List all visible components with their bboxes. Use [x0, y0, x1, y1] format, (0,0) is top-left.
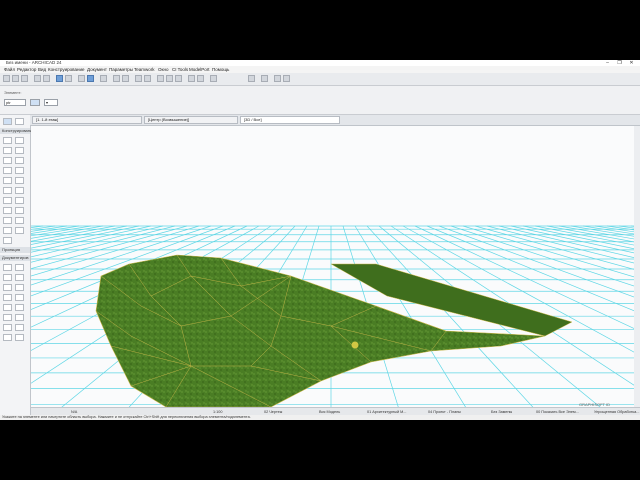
pan-icon[interactable] — [166, 75, 173, 82]
detail-tool-icon[interactable] — [15, 314, 24, 321]
curtain-wall-tool-icon[interactable] — [3, 187, 12, 194]
tab-elevation[interactable]: [Центр (Возвышение)] — [144, 116, 238, 124]
3d-scene[interactable] — [31, 126, 634, 407]
spline-tool-icon[interactable] — [15, 324, 24, 331]
terrain-mesh — [95, 254, 546, 407]
worksheet-tool-icon[interactable] — [3, 324, 12, 331]
toolbox-section-viewpoints[interactable]: Проекция — [0, 247, 30, 253]
orbit-icon[interactable] — [157, 75, 164, 82]
save-icon[interactable] — [21, 75, 28, 82]
hotspot-tool-icon[interactable] — [3, 334, 12, 341]
3d-window-icon[interactable] — [135, 75, 142, 82]
menu-ci-tools[interactable]: CI Tools — [172, 66, 188, 73]
tab-3d[interactable]: [3D / Все] — [240, 116, 340, 124]
label-tool-icon[interactable] — [15, 274, 24, 281]
window-tool-icon[interactable] — [3, 147, 12, 154]
redo-icon[interactable] — [43, 75, 50, 82]
message-bar: Укажите на элементе или начертите област… — [0, 415, 640, 420]
marquee-icon[interactable] — [65, 75, 72, 82]
snap-icon[interactable] — [78, 75, 85, 82]
archicad-window: Без имени - ARCHICAD 24 – ❐ ✕ Файл Редак… — [0, 60, 640, 420]
view-settings-icon[interactable] — [274, 75, 281, 82]
publish-icon[interactable] — [210, 75, 217, 82]
guide-lines-icon[interactable] — [87, 75, 94, 82]
info-box: Элемент: ptr ▾ — [0, 86, 640, 115]
text-tool-icon[interactable] — [3, 274, 12, 281]
tab-floor-plan[interactable]: [1. 1-й этаж] — [32, 116, 142, 124]
elevation-tool-icon[interactable] — [3, 314, 12, 321]
polyline-tool-icon[interactable] — [15, 294, 24, 301]
arrow-select-icon[interactable] — [56, 75, 63, 82]
select-mode-field[interactable]: ▾ — [44, 99, 58, 106]
menu-window[interactable]: Окно — [158, 66, 168, 73]
object-tool-icon[interactable] — [15, 197, 24, 204]
menu-teamwork[interactable]: Teamwork — [134, 66, 155, 73]
menu-help[interactable]: Помощь — [212, 66, 229, 73]
wall-tool-icon[interactable] — [3, 137, 12, 144]
toolbar-extra-icon[interactable] — [248, 75, 255, 82]
trace-icon[interactable] — [100, 75, 107, 82]
layer-icon[interactable] — [113, 75, 120, 82]
zone-tool-icon[interactable] — [3, 207, 12, 214]
lamp-tool-icon[interactable] — [3, 217, 12, 224]
cube-icon[interactable] — [261, 75, 268, 82]
roof-tool-icon[interactable] — [3, 177, 12, 184]
marquee-tool-icon[interactable] — [15, 118, 24, 125]
teamwork-icon[interactable] — [197, 75, 204, 82]
menu-file[interactable]: Файл — [4, 66, 15, 73]
3d-viewport[interactable]: GRAPHISOFT ID — [31, 126, 634, 407]
figure-tool-icon[interactable] — [15, 334, 24, 341]
element-type-field[interactable]: ptr — [4, 99, 26, 106]
column-tool-icon[interactable] — [15, 147, 24, 154]
shell-tool-icon[interactable] — [15, 177, 24, 184]
arrow-tool-field[interactable] — [30, 99, 40, 106]
slab-tool-icon[interactable] — [15, 157, 24, 164]
menu-design[interactable]: Конструирование — [48, 66, 85, 73]
vertical-scrollbar[interactable] — [634, 126, 640, 407]
mesh-tool-icon[interactable] — [15, 207, 24, 214]
beam-tool-icon[interactable] — [3, 157, 12, 164]
menu-edit[interactable]: Редактор — [17, 66, 36, 73]
grid-snap-icon[interactable] — [122, 75, 129, 82]
door-tool-icon[interactable] — [15, 137, 24, 144]
opening-tool-icon[interactable] — [15, 217, 24, 224]
menu-options[interactable]: Параметры — [109, 66, 133, 73]
line-tool-icon[interactable] — [15, 284, 24, 291]
bim-icon[interactable] — [283, 75, 290, 82]
render-icon[interactable] — [188, 75, 195, 82]
arrow-tool-icon[interactable] — [3, 118, 12, 125]
view-tab-bar: [1. 1-й этаж] [Центр (Возвышение)] [3D /… — [30, 115, 640, 126]
standard-toolbar — [0, 73, 640, 86]
toolbox-section-design[interactable]: Конструирование — [0, 128, 34, 134]
new-file-icon[interactable] — [3, 75, 10, 82]
skylight-tool-icon[interactable] — [15, 187, 24, 194]
wall-end-tool-icon[interactable] — [3, 227, 12, 234]
cursor-pointer — [351, 341, 359, 349]
corner-window-tool-icon[interactable] — [15, 227, 24, 234]
drawing-tool-icon[interactable] — [3, 304, 12, 311]
status-message: Укажите на элементе или начертите област… — [2, 415, 251, 419]
fill-tool-icon[interactable] — [3, 284, 12, 291]
undo-icon[interactable] — [34, 75, 41, 82]
menu-document[interactable]: Документ — [87, 66, 107, 73]
menu-bar: Файл Редактор Вид Конструирование Докуме… — [0, 66, 640, 73]
morph-tool-icon[interactable] — [3, 197, 12, 204]
section-tool-icon[interactable] — [15, 304, 24, 311]
open-file-icon[interactable] — [12, 75, 19, 82]
menu-modelport[interactable]: ModelPort — [189, 66, 210, 73]
toolbox-panel: Конструирование Проекция Документиров — [0, 115, 34, 415]
dormer-tool-icon[interactable] — [3, 237, 12, 244]
dimension-tool-icon[interactable] — [3, 264, 12, 271]
level-dimension-tool-icon[interactable] — [15, 264, 24, 271]
railing-tool-icon[interactable] — [15, 167, 24, 174]
arc-tool-icon[interactable] — [3, 294, 12, 301]
stair-tool-icon[interactable] — [3, 167, 12, 174]
toolbox-section-document[interactable]: Документиров — [0, 255, 30, 261]
info-box-label: Элемент: — [4, 90, 22, 95]
zoom-icon[interactable] — [175, 75, 182, 82]
floor-plan-icon[interactable] — [144, 75, 151, 82]
menu-view[interactable]: Вид — [38, 66, 46, 73]
